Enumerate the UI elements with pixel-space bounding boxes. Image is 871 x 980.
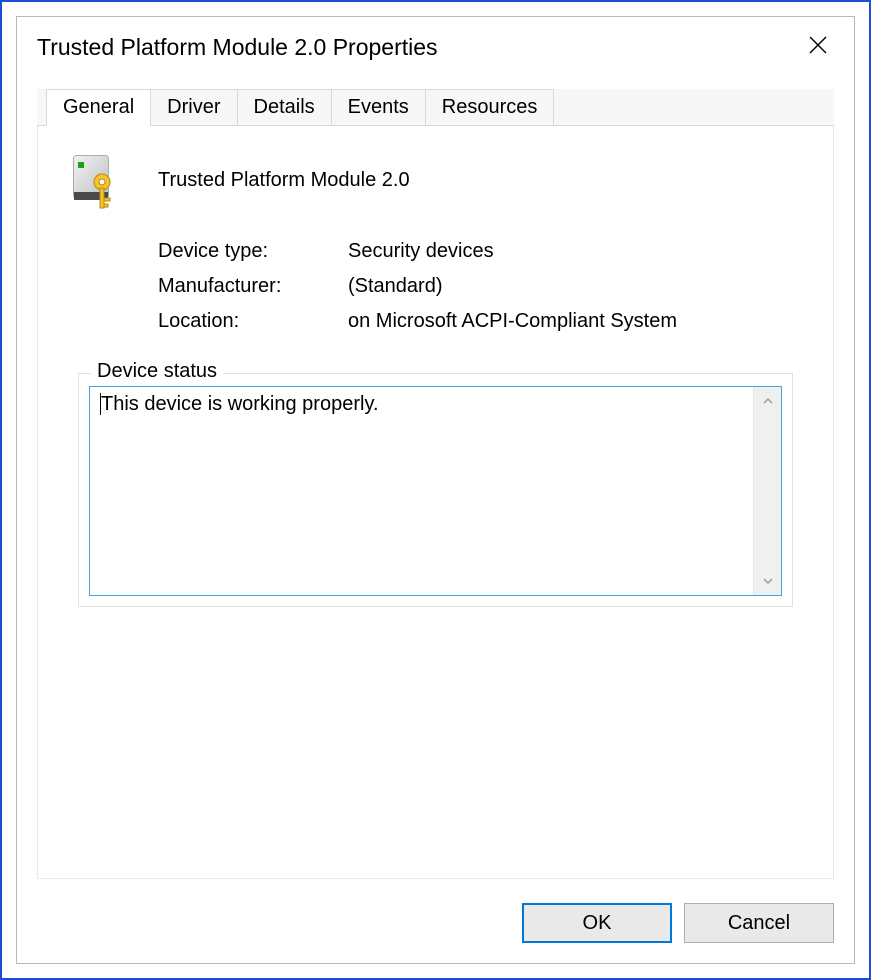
tab-general[interactable]: General — [46, 89, 151, 126]
location-label: Location: — [158, 310, 348, 333]
window-title: Trusted Platform Module 2.0 Properties — [37, 34, 798, 61]
location-value: on Microsoft ACPI-Compliant System — [348, 310, 803, 333]
dialog-buttons: OK Cancel — [17, 891, 854, 963]
tab-strip: General Driver Details Events Resources — [37, 89, 834, 126]
cancel-button-label: Cancel — [728, 912, 790, 935]
tab-label: Events — [348, 96, 409, 118]
device-name: Trusted Platform Module 2.0 — [158, 169, 410, 192]
tab-label: Resources — [442, 96, 538, 118]
cancel-button[interactable]: Cancel — [684, 903, 834, 943]
tab-label: Driver — [167, 96, 220, 118]
device-header: Trusted Platform Module 2.0 — [68, 150, 803, 210]
tab-label: Details — [254, 96, 315, 118]
scroll-up-icon[interactable] — [754, 387, 781, 415]
device-status-text[interactable]: This device is working properly. — [90, 387, 753, 595]
device-info: Device type: Security devices Manufactur… — [158, 240, 803, 333]
tab-driver[interactable]: Driver — [150, 89, 237, 125]
close-icon — [808, 35, 828, 55]
device-status-text-value: This device is working properly. — [101, 393, 379, 415]
tab-details[interactable]: Details — [237, 89, 332, 125]
tab-events[interactable]: Events — [331, 89, 426, 125]
properties-dialog: Trusted Platform Module 2.0 Properties G… — [16, 16, 855, 964]
device-type-value: Security devices — [348, 240, 803, 263]
scrollbar[interactable] — [753, 387, 781, 595]
scroll-down-icon[interactable] — [754, 567, 781, 595]
tab-panel-general: Trusted Platform Module 2.0 Device type:… — [37, 126, 834, 879]
manufacturer-label: Manufacturer: — [158, 275, 348, 298]
title-bar: Trusted Platform Module 2.0 Properties — [17, 17, 854, 65]
close-button[interactable] — [798, 25, 838, 65]
device-type-label: Device type: — [158, 240, 348, 263]
tab-label: General — [63, 96, 134, 118]
ok-button[interactable]: OK — [522, 903, 672, 943]
tpm-device-icon — [68, 150, 128, 210]
device-status-legend: Device status — [91, 360, 223, 383]
manufacturer-value: (Standard) — [348, 275, 803, 298]
tab-resources[interactable]: Resources — [425, 89, 555, 125]
device-status-box: This device is working properly. — [89, 386, 782, 596]
ok-button-label: OK — [583, 912, 612, 935]
device-status-group: Device status This device is working pro… — [78, 373, 793, 607]
